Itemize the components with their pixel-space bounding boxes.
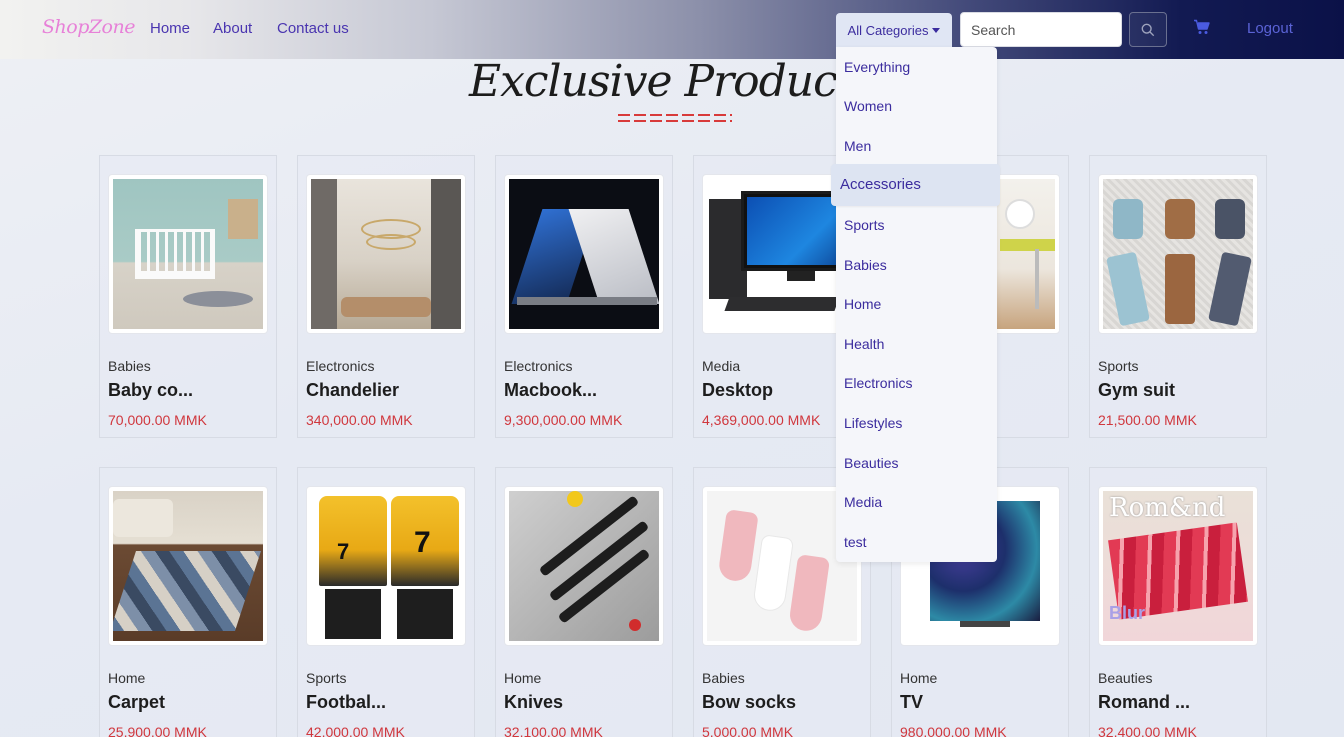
- dropdown-item-men[interactable]: Men: [844, 138, 871, 154]
- product-category: Beauties: [1098, 670, 1153, 686]
- dropdown-item-test[interactable]: test: [844, 534, 867, 550]
- cart-button[interactable]: [1193, 19, 1215, 39]
- dropdown-item-everything[interactable]: Everything: [844, 59, 910, 75]
- product-price: 70,000.00 MMK: [108, 412, 207, 428]
- product-name[interactable]: Gym suit: [1098, 380, 1175, 401]
- product-name[interactable]: Footbal...: [306, 692, 386, 713]
- dropdown-item-babies[interactable]: Babies: [844, 257, 887, 273]
- product-image[interactable]: Rom&nd Blur: [1098, 486, 1258, 646]
- product-image[interactable]: [504, 486, 664, 646]
- dropdown-item-accessories[interactable]: Accessories: [831, 164, 1000, 206]
- product-card[interactable]: Electronics Chandelier 340,000.00 MMK: [297, 155, 475, 438]
- product-category: Babies: [702, 670, 745, 686]
- product-image[interactable]: [108, 174, 268, 334]
- product-category: Home: [900, 670, 938, 686]
- dropdown-item-media[interactable]: Media: [844, 494, 882, 510]
- product-image[interactable]: [306, 174, 466, 334]
- product-category: Home: [504, 670, 542, 686]
- product-category: Electronics: [306, 358, 375, 374]
- cart-icon: [1194, 19, 1210, 34]
- nav-about-link[interactable]: About: [213, 20, 252, 37]
- dropdown-item-sports[interactable]: Sports: [844, 217, 884, 233]
- product-price: 42,000.00 MMK: [306, 724, 405, 737]
- search-icon: [1141, 23, 1155, 36]
- categories-dropdown-menu: Everything Women Men Accessories Sports …: [831, 47, 1000, 562]
- product-name[interactable]: TV: [900, 692, 923, 713]
- product-card[interactable]: Sports Gym suit 21,500.00 MMK: [1089, 155, 1267, 438]
- product-price: 21,500.00 MMK: [1098, 412, 1197, 428]
- product-image[interactable]: [504, 174, 664, 334]
- title-underline: [618, 114, 732, 128]
- search-input[interactable]: [960, 12, 1122, 47]
- logout-link[interactable]: Logout: [1247, 20, 1293, 37]
- product-card[interactable]: Home Knives 32,100.00 MMK: [495, 467, 673, 737]
- product-price: 980,000.00 MMK: [900, 724, 1007, 737]
- product-image[interactable]: [1098, 174, 1258, 334]
- dropdown-item-women[interactable]: Women: [844, 98, 892, 114]
- product-image[interactable]: [108, 486, 268, 646]
- product-card[interactable]: Home Carpet 25,900.00 MMK: [99, 467, 277, 737]
- search-button[interactable]: [1129, 12, 1167, 47]
- dropdown-item-health[interactable]: Health: [844, 336, 884, 352]
- product-category: Electronics: [504, 358, 573, 374]
- nav-home-link[interactable]: Home: [150, 20, 190, 37]
- product-card[interactable]: Babies Baby co... 70,000.00 MMK: [99, 155, 277, 438]
- product-name[interactable]: Carpet: [108, 692, 165, 713]
- product-category: Babies: [108, 358, 151, 374]
- product-image[interactable]: 7 7: [306, 486, 466, 646]
- product-price: 340,000.00 MMK: [306, 412, 413, 428]
- product-name[interactable]: Chandelier: [306, 380, 399, 401]
- dropdown-item-lifestyles[interactable]: Lifestyles: [844, 415, 902, 431]
- page-title: Exclusive Products: [468, 56, 876, 107]
- product-price: 4,369,000.00 MMK: [702, 412, 821, 428]
- product-price: 25,900.00 MMK: [108, 724, 207, 737]
- navbar: ShopZone Home About Contact us All Categ…: [0, 0, 1344, 59]
- product-name[interactable]: Baby co...: [108, 380, 193, 401]
- product-price: 32,100.00 MMK: [504, 724, 603, 737]
- all-categories-button[interactable]: All Categories: [836, 13, 952, 47]
- dropdown-item-home[interactable]: Home: [844, 296, 881, 312]
- product-name[interactable]: Knives: [504, 692, 563, 713]
- nav-contact-link[interactable]: Contact us: [277, 20, 349, 37]
- product-category: Media: [702, 358, 741, 374]
- all-categories-label: All Categories: [847, 22, 929, 38]
- product-name[interactable]: Romand ...: [1098, 692, 1190, 713]
- product-price: 9,300,000.00 MMK: [504, 412, 623, 428]
- product-card[interactable]: Rom&nd Blur Beauties Romand ... 32,400.0…: [1089, 467, 1267, 737]
- dropdown-item-beauties[interactable]: Beauties: [844, 455, 898, 471]
- product-card[interactable]: Electronics Macbook... 9,300,000.00 MMK: [495, 155, 673, 438]
- product-category: Sports: [1098, 358, 1139, 374]
- product-card[interactable]: 7 7 Sports Footbal... 42,000.00 MMK: [297, 467, 475, 737]
- product-name[interactable]: Desktop: [702, 380, 773, 401]
- dropdown-item-electronics[interactable]: Electronics: [844, 375, 912, 391]
- brand-logo[interactable]: ShopZone: [42, 16, 135, 38]
- caret-down-icon: [932, 28, 941, 33]
- product-price: 5,000.00 MMK: [702, 724, 794, 737]
- product-price: 32,400.00 MMK: [1098, 724, 1197, 737]
- product-name[interactable]: Macbook...: [504, 380, 597, 401]
- product-category: Sports: [306, 670, 347, 686]
- product-category: Home: [108, 670, 146, 686]
- product-name[interactable]: Bow socks: [702, 692, 796, 713]
